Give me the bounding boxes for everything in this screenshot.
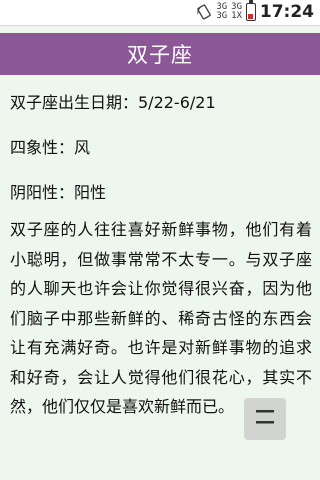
polarity-line: 阴阳性：阳性 — [10, 183, 107, 202]
sim2-signal: 3G 1X — [231, 3, 242, 21]
description-text: 双子座的人往往喜好新鲜事物，他们有着小聪明，但做事常常不太专一。与双子座的人聊天… — [10, 220, 312, 416]
page-title: 双子座 — [127, 43, 193, 67]
status-bar: 3G 3G 3G 1X 17:24 — [0, 0, 320, 26]
element-line: 四象性：风 — [10, 138, 91, 157]
sim1-bottom-label: 3G — [216, 11, 228, 21]
battery-icon — [246, 0, 256, 21]
menu-button[interactable] — [244, 398, 286, 440]
clock: 17:24 — [259, 2, 314, 22]
birth-date-line: 双子座出生日期：5/22-6/21 — [10, 93, 216, 112]
title-bar: 双子座 — [0, 33, 320, 75]
status-icons: 3G 3G 3G 1X — [196, 0, 256, 21]
content-area: 双子座出生日期：5/22-6/21 四象性：风 阴阳性：阳性 双子座的人往往喜好… — [10, 80, 312, 422]
battery-level — [248, 14, 253, 19]
menu-icon — [254, 409, 276, 429]
rotate-icon — [196, 4, 212, 20]
sim2-bottom-label: 1X — [231, 11, 242, 21]
sim1-signal: 3G 3G — [216, 3, 227, 21]
